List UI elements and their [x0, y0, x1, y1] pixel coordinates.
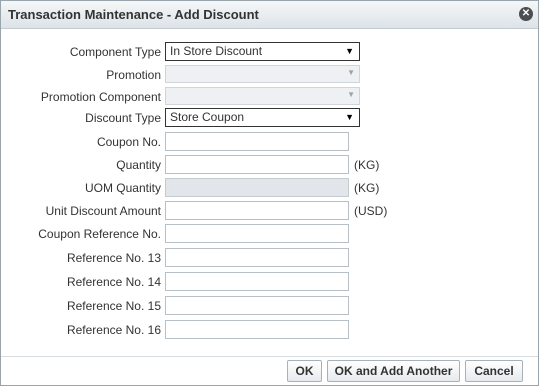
unit-discount-amount-row: Unit Discount Amount (USD)	[1, 201, 538, 221]
reference-no-15-row: Reference No. 15	[1, 296, 538, 316]
promotion-component-row: Promotion Component ▼	[1, 87, 538, 107]
quantity-input[interactable]	[165, 155, 349, 174]
discount-type-value: Store Coupon	[170, 110, 245, 124]
component-type-value: In Store Discount	[170, 44, 263, 58]
unit-discount-amount-input[interactable]	[165, 201, 349, 220]
dropdown-arrow-icon: ▼	[347, 90, 355, 99]
component-type-row: Component Type In Store Discount ▼	[1, 42, 538, 62]
coupon-no-label: Coupon No.	[96, 135, 161, 149]
reference-no-16-row: Reference No. 16	[1, 320, 538, 340]
uom-quantity-row: UOM Quantity (KG)	[1, 178, 538, 198]
reference-no-13-row: Reference No. 13	[1, 248, 538, 268]
reference-no-16-label: Reference No. 16	[66, 323, 161, 337]
coupon-reference-no-input[interactable]	[165, 224, 349, 243]
ok-button[interactable]: OK	[287, 360, 322, 382]
quantity-row: Quantity (KG)	[1, 155, 538, 175]
discount-type-row: Discount Type Store Coupon ▼	[1, 108, 538, 128]
dialog-titlebar: Transaction Maintenance - Add Discount ✕	[1, 1, 538, 29]
coupon-no-row: Coupon No.	[1, 132, 538, 152]
coupon-no-input[interactable]	[165, 132, 349, 151]
unit-discount-amount-label: Unit Discount Amount	[45, 204, 161, 218]
promotion-component-label: Promotion Component	[40, 90, 161, 104]
unit-discount-amount-unit: (USD)	[354, 204, 388, 218]
dropdown-arrow-icon: ▼	[345, 46, 354, 56]
quantity-unit: (KG)	[354, 158, 380, 172]
promotion-component-select[interactable]: ▼	[165, 87, 360, 105]
reference-no-16-input[interactable]	[165, 320, 349, 339]
promotion-label: Promotion	[106, 68, 161, 82]
discount-type-label: Discount Type	[85, 111, 161, 125]
coupon-reference-no-label: Coupon Reference No.	[38, 227, 161, 241]
close-icon[interactable]: ✕	[519, 7, 533, 21]
dropdown-arrow-icon: ▼	[345, 112, 354, 122]
reference-no-14-label: Reference No. 14	[66, 275, 161, 289]
promotion-row: Promotion ▼	[1, 65, 538, 85]
reference-no-14-input[interactable]	[165, 272, 349, 291]
promotion-select[interactable]: ▼	[165, 65, 360, 83]
reference-no-15-label: Reference No. 15	[66, 299, 161, 313]
quantity-label: Quantity	[116, 158, 161, 172]
reference-no-13-label: Reference No. 13	[66, 251, 161, 265]
footer-divider	[1, 356, 538, 357]
reference-no-15-input[interactable]	[165, 296, 349, 315]
uom-quantity-label: UOM Quantity	[84, 181, 161, 195]
uom-quantity-unit: (KG)	[354, 181, 380, 195]
uom-quantity-input[interactable]	[165, 178, 349, 197]
discount-type-select[interactable]: Store Coupon ▼	[165, 108, 360, 127]
dialog-title: Transaction Maintenance - Add Discount	[8, 7, 259, 22]
ok-and-add-another-button[interactable]: OK and Add Another	[327, 360, 460, 382]
reference-no-14-row: Reference No. 14	[1, 272, 538, 292]
component-type-label: Component Type	[69, 45, 161, 59]
cancel-button[interactable]: Cancel	[465, 360, 523, 382]
add-discount-dialog: Transaction Maintenance - Add Discount ✕…	[0, 0, 539, 386]
reference-no-13-input[interactable]	[165, 248, 349, 267]
component-type-select[interactable]: In Store Discount ▼	[165, 42, 360, 61]
dropdown-arrow-icon: ▼	[347, 68, 355, 77]
coupon-reference-no-row: Coupon Reference No.	[1, 224, 538, 244]
